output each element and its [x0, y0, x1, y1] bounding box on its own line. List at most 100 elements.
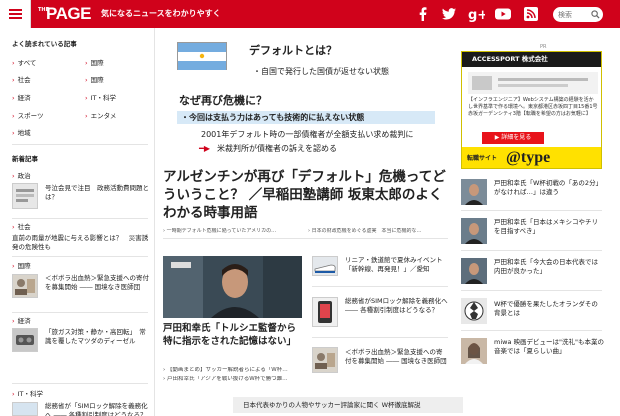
- related-link[interactable]: › 戸田和幸氏「アジアを戦い抜けるW杯で勝つ難…: [163, 376, 305, 383]
- divider: [312, 286, 448, 287]
- new-articles-title: 新着記事: [12, 155, 38, 163]
- category-link[interactable]: › エンタメ: [85, 112, 116, 120]
- site-header: THE PAGE 気になるニュースをわかりやすく g+: [0, 0, 620, 28]
- section-label[interactable]: › 国際: [12, 262, 31, 270]
- category-link[interactable]: › 国際: [85, 76, 104, 84]
- hero-highlight-box: ・今回は支払う力はあっても技術的に払えない状態: [177, 111, 435, 124]
- article-link[interactable]: リニア・鉄道館で夏休みイベント「新幹線、再発見！」／愛知: [345, 256, 448, 274]
- pr-label: PR: [540, 44, 547, 50]
- article-photo[interactable]: [163, 256, 302, 318]
- article-link[interactable]: ＜ボボラ出血熱＞緊急支援への寄付を募集開始 ―― 国境なき医師団: [345, 348, 448, 366]
- section-label[interactable]: › 経済: [12, 317, 31, 325]
- article-thumbnail[interactable]: [312, 297, 338, 327]
- category-link[interactable]: › 国際: [85, 59, 104, 67]
- article-link[interactable]: 総務省がSIMロック解除を義務化へ ―― 各種割引制度はどうなる？: [345, 297, 448, 315]
- article-link[interactable]: 総務省が「SIMロック解除を義務化へ ―― 各種割引制度はどうなる？: [45, 402, 149, 416]
- category-link[interactable]: › スポーツ: [12, 112, 43, 120]
- twitter-icon[interactable]: [440, 5, 458, 23]
- advertisement[interactable]: ACCESSPORT 株式会社 【インフラエンジニア】Webシステム構築の経験を…: [461, 51, 602, 169]
- svg-text:g+: g+: [468, 8, 485, 23]
- ad-body: 【インフラエンジニア】Webシステム構築の経験を活かし世界基準で作る環境へ。東京…: [468, 97, 598, 117]
- article-link[interactable]: 「旅ガス対策・静か・高回転」 常識を覆したマツダのディーゼル: [45, 328, 149, 346]
- divider: [312, 337, 448, 338]
- hero-infographic[interactable]: デフォルトとは？ ・自国で発行した国債が返せない状態 なぜ再び危機に？ ・今回は…: [173, 38, 439, 168]
- article-thumbnail[interactable]: [312, 347, 338, 373]
- menu-button[interactable]: [0, 0, 31, 28]
- search-icon[interactable]: [591, 10, 600, 19]
- section-label[interactable]: › IT・科学: [12, 390, 43, 398]
- divider: [12, 218, 148, 219]
- site-logo[interactable]: THE PAGE: [38, 4, 94, 24]
- related-link[interactable]: › 日本の財政危機をめぐる虚実 本当に危機的な…: [308, 228, 448, 235]
- ad-company: ACCESSPORT 株式会社: [472, 55, 548, 63]
- article-link[interactable]: 戸田和幸氏「W杯初戦の「あの2分」がなければ…」は違う: [494, 179, 604, 197]
- logo-text: PAGE: [46, 4, 91, 23]
- category-link[interactable]: › すべて: [12, 59, 36, 67]
- section-label[interactable]: › 社会: [12, 223, 31, 231]
- hero-line: 2001年デフォルト時の一部債権者が全額支払い求め裁判に: [201, 130, 414, 139]
- google-plus-icon[interactable]: g+: [467, 5, 485, 23]
- article-thumbnail[interactable]: [461, 218, 487, 244]
- rss-icon[interactable]: [522, 5, 540, 23]
- hero-line: ・自国で発行した国債が返せない状態: [253, 67, 389, 76]
- ad-footer-label: 転職サイト: [467, 155, 498, 162]
- article-thumbnail[interactable]: [461, 338, 487, 364]
- ad-detail-button[interactable]: ▶ 詳細を見る: [482, 132, 544, 144]
- hero-title: デフォルトとは？: [249, 44, 337, 57]
- ad-graphic: [468, 72, 598, 94]
- article-thumbnail[interactable]: [461, 179, 487, 205]
- related-link[interactable]: › 【動画まとめ】サッカー解説者らによる「W杯…: [163, 367, 305, 374]
- divider: [12, 312, 148, 313]
- divider: [12, 144, 148, 145]
- hamburger-icon-bar: [9, 13, 22, 15]
- category-link[interactable]: › 経済: [12, 94, 31, 102]
- search-input[interactable]: [558, 9, 592, 20]
- article-link[interactable]: 直前の雨量が地震に与える影響とは？ 災害誘発の危険性も: [12, 234, 152, 252]
- page: THE PAGE 気になるニュースをわかりやすく g+ 検索 よく読まれている記…: [0, 0, 620, 416]
- site-tagline: 気になるニュースをわかりやすく: [101, 9, 221, 18]
- category-link[interactable]: › IT・科学: [85, 94, 116, 102]
- divider: [461, 330, 602, 331]
- divider: [163, 238, 448, 239]
- ad-footer-logo: @type: [506, 149, 551, 166]
- mid-article-title[interactable]: 戸田和幸氏「トルシエ監督から特に指示をされた記憶はない」: [163, 322, 305, 348]
- hero-line: 米裁判所が債権者の訴えを認める: [217, 144, 337, 153]
- main-article-title[interactable]: アルゼンチンが再び「デフォルト」危機ってどういうこと？ ／早稲田塾講師 坂東太郎…: [163, 168, 448, 222]
- hero-highlight: ・今回は支払う力はあっても技術的に払えない状態: [181, 113, 365, 122]
- article-thumbnail[interactable]: [461, 258, 487, 284]
- divider: [461, 290, 602, 291]
- related-link[interactable]: › 一時期デフォルト危機に陥っていたアメリカの…: [163, 228, 305, 235]
- article-thumbnail[interactable]: [12, 328, 38, 352]
- hamburger-icon: [9, 9, 22, 11]
- ad-footer[interactable]: 転職サイト @type: [462, 147, 601, 168]
- article-thumbnail[interactable]: [312, 256, 338, 276]
- hamburger-icon-bar: [9, 17, 22, 19]
- article-link[interactable]: 戸田和幸氏「今大会の日本代表では内田が良かった」: [494, 258, 604, 276]
- article-thumbnail[interactable]: [12, 274, 38, 298]
- divider: [12, 383, 148, 384]
- youtube-icon[interactable]: [494, 5, 512, 23]
- argentina-flag-icon: [177, 42, 227, 70]
- left-sidebar: よく読まれている記事 › すべて › 国際 › 社会 › 国際 › 経済 › IT・科学 ›…: [0, 28, 155, 416]
- article-thumbnail[interactable]: [461, 298, 487, 324]
- category-link[interactable]: › 地域: [12, 129, 31, 137]
- search-box: [553, 7, 603, 22]
- article-link[interactable]: ＜ボボラ出血熱＞緊急支援への寄付を募集開始 ―― 国境なき医師団: [45, 274, 149, 292]
- article-link[interactable]: 戸田和幸氏「日本はメキシコやチリを目指すべき」: [494, 218, 604, 236]
- article-thumbnail[interactable]: [12, 402, 38, 416]
- bottom-banner[interactable]: 日本代表ゆかりの人物やサッカー評論家に聞く W杯徹底解説: [233, 397, 463, 413]
- article-link[interactable]: miwa 映画デビューは"洗礼"も本業の音楽では「夏らしい曲」: [494, 338, 604, 356]
- divider: [12, 256, 148, 257]
- ranking-title: よく読まれている記事: [12, 40, 77, 48]
- divider: [461, 210, 602, 211]
- section-label[interactable]: › 政治: [12, 172, 31, 180]
- divider: [461, 250, 602, 251]
- facebook-icon[interactable]: [414, 5, 432, 23]
- hero-question: なぜ再び危機に？: [179, 94, 267, 107]
- article-link[interactable]: W杯で優勝を果たしたオランダその背景とは: [494, 300, 604, 318]
- article-thumbnail[interactable]: [12, 183, 38, 209]
- arrow-right-icon: ━▶: [199, 144, 210, 153]
- category-link[interactable]: › 社会: [12, 76, 31, 84]
- ad-header: ACCESSPORT 株式会社: [462, 52, 601, 67]
- article-link[interactable]: 号泣会見で注目 政務活動費問題とは？: [45, 184, 149, 202]
